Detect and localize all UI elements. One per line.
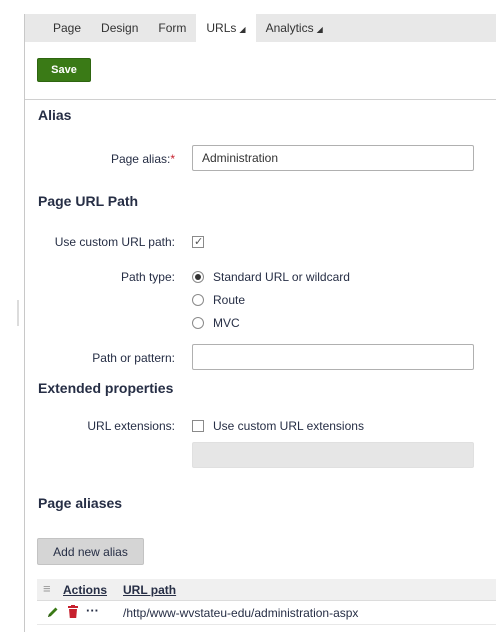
radio-route[interactable]	[192, 294, 204, 306]
radio-selected-dot	[195, 274, 201, 280]
section-title-alias: Alias	[38, 107, 72, 123]
radio-standard-url-label: Standard URL or wildcard	[213, 270, 350, 284]
page-alias-label: Page alias:*	[110, 152, 175, 166]
save-button[interactable]: Save	[37, 58, 91, 82]
dropdown-triangle-icon: ◢	[239, 25, 246, 34]
tab-urls[interactable]: URLs ◢	[196, 14, 256, 42]
column-header-actions[interactable]: Actions	[63, 583, 107, 597]
custom-url-path-label: Use custom URL path:	[54, 235, 175, 249]
radio-mvc-label: MVC	[213, 316, 240, 330]
section-title-page-aliases: Page aliases	[38, 495, 123, 511]
section-title-extended: Extended properties	[38, 380, 174, 396]
add-new-alias-button[interactable]: Add new alias	[37, 538, 144, 565]
path-pattern-input[interactable]	[192, 344, 474, 370]
toolbar-divider	[25, 99, 496, 100]
custom-url-extensions-checkbox[interactable]	[192, 420, 204, 432]
custom-url-path-checkbox[interactable]: ✓	[192, 236, 204, 248]
tab-design[interactable]: Design	[91, 14, 148, 42]
toolbar: Save	[25, 42, 496, 100]
content-panel: Page Design Form URLs ◢ Analytics ◢ Save A…	[24, 14, 496, 632]
splitter-handle[interactable]	[17, 300, 19, 326]
path-pattern-label: Path or pattern:	[92, 351, 175, 365]
tab-analytics[interactable]: Analytics ◢	[256, 14, 333, 42]
table-row: ··· /http/www-wvstateu-edu/administratio…	[37, 601, 496, 625]
trash-icon[interactable]	[67, 605, 79, 622]
tab-page[interactable]: Page	[43, 14, 91, 42]
path-type-label: Path type:	[120, 270, 175, 284]
tab-form[interactable]: Form	[148, 14, 196, 42]
menu-lines-icon[interactable]: ≡	[43, 581, 51, 596]
column-header-url-path[interactable]: URL path	[123, 583, 176, 597]
url-extensions-input	[192, 442, 474, 468]
page-alias-input[interactable]	[192, 145, 474, 171]
required-marker: *	[170, 152, 175, 166]
custom-url-extensions-label: Use custom URL extensions	[213, 419, 364, 433]
checkmark-icon: ✓	[194, 236, 204, 248]
dropdown-triangle-icon: ◢	[316, 25, 323, 34]
radio-standard-url[interactable]	[192, 271, 204, 283]
tab-bar: Page Design Form URLs ◢ Analytics ◢	[25, 14, 496, 42]
pencil-icon[interactable]	[46, 605, 60, 622]
ellipsis-icon[interactable]: ···	[86, 603, 99, 618]
url-path-cell: /http/www-wvstateu-edu/administration-as…	[123, 606, 359, 620]
radio-mvc[interactable]	[192, 317, 204, 329]
aliases-grid-header: ≡ Actions URL path	[37, 579, 496, 601]
url-extensions-label: URL extensions:	[87, 419, 175, 433]
radio-route-label: Route	[213, 293, 246, 307]
section-title-url-path: Page URL Path	[38, 193, 139, 209]
